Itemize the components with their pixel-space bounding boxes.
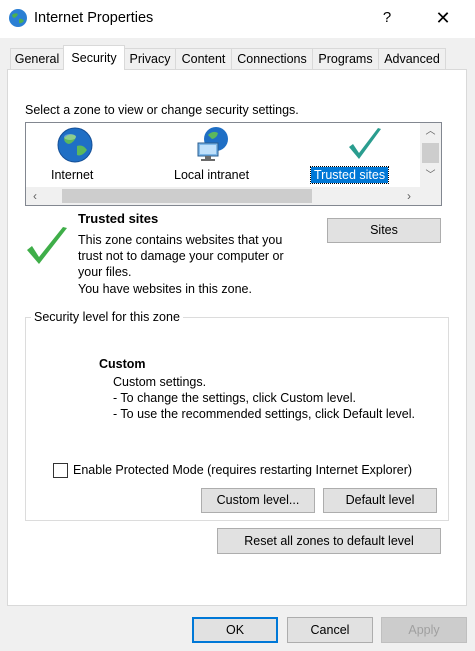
security-level-description-line: - To change the settings, click Custom l… [113, 391, 356, 405]
tab-advanced[interactable]: Advanced [378, 48, 446, 70]
default-level-button[interactable]: Default level [323, 488, 437, 513]
scroll-left-icon[interactable]: ‹ [26, 187, 44, 205]
horizontal-scroll-thumb[interactable] [62, 189, 312, 203]
zone-title: Trusted sites [78, 211, 159, 226]
tab-privacy[interactable]: Privacy [124, 48, 176, 70]
internet-globe-icon [8, 8, 28, 28]
checkmark-icon [345, 125, 385, 168]
tab-general[interactable]: General [10, 48, 64, 70]
sites-button[interactable]: Sites [327, 218, 441, 243]
protected-mode-label[interactable]: Enable Protected Mode (requires restarti… [73, 463, 412, 477]
zone-prompt-label: Select a zone to view or change security… [25, 103, 299, 117]
tab-security[interactable]: Security [63, 45, 125, 70]
zone-description-line: trust not to damage your computer or [78, 249, 284, 263]
zone-list[interactable]: Internet Local intranet Trusted sites ︿ … [25, 122, 442, 206]
zone-label-internet: Internet [51, 168, 94, 182]
zone-label-trusted-sites: Trusted sites [309, 166, 390, 184]
security-level-group-title: Security level for this zone [31, 310, 183, 324]
custom-level-button[interactable]: Custom level... [201, 488, 315, 513]
cancel-button[interactable]: Cancel [287, 617, 373, 643]
zone-description-line: your files. [78, 265, 132, 279]
tab-content[interactable]: Content [175, 48, 232, 70]
scroll-down-icon[interactable]: ﹀ [420, 167, 441, 185]
zone-list-vertical-scrollbar[interactable]: ︿ ﹀ [420, 123, 441, 187]
trusted-sites-check-icon [25, 224, 69, 268]
zone-list-horizontal-scrollbar[interactable]: ‹ › [26, 187, 441, 205]
zone-description-line: This zone contains websites that you [78, 233, 283, 247]
zone-description-line: You have websites in this zone. [78, 282, 252, 296]
network-globe-icon [194, 125, 232, 168]
security-level-name: Custom [99, 357, 146, 371]
ok-button[interactable]: OK [192, 617, 278, 643]
scroll-up-icon[interactable]: ︿ [420, 123, 441, 141]
scroll-right-icon[interactable]: › [400, 187, 418, 205]
protected-mode-checkbox[interactable] [53, 463, 68, 478]
apply-button[interactable]: Apply [381, 617, 467, 643]
help-button[interactable]: ? [372, 0, 402, 36]
reset-all-zones-button[interactable]: Reset all zones to default level [217, 528, 441, 554]
security-level-description-line: Custom settings. [113, 375, 207, 389]
vertical-scroll-thumb[interactable] [422, 143, 439, 163]
zone-label-local-intranet: Local intranet [174, 168, 250, 182]
close-button[interactable]: ✕ [428, 0, 458, 36]
security-level-description-line: - To use the recommended settings, click… [113, 407, 415, 421]
tab-connections[interactable]: Connections [231, 48, 313, 70]
tab-programs[interactable]: Programs [312, 48, 379, 70]
window-title: Internet Properties [34, 10, 154, 26]
globe-icon [56, 126, 94, 167]
